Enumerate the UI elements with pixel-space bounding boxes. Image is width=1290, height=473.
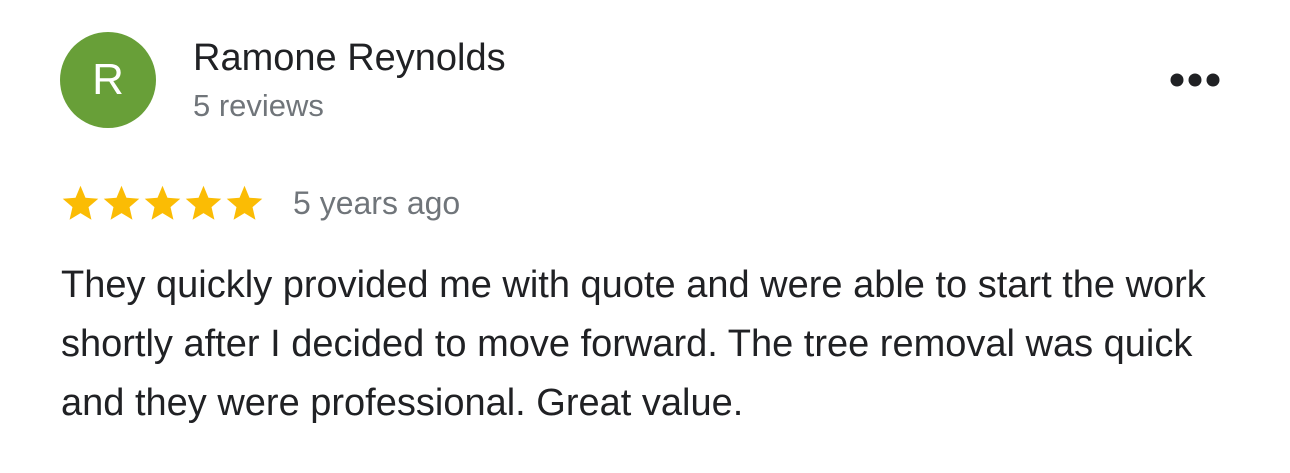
avatar-initial: R xyxy=(92,55,124,104)
more-options-button[interactable] xyxy=(1164,62,1226,98)
review-date: 5 years ago xyxy=(293,185,461,221)
star-icon xyxy=(103,185,140,220)
star-rating xyxy=(60,183,265,224)
star-icon xyxy=(62,185,99,220)
star-icon xyxy=(144,185,181,220)
avatar[interactable]: R xyxy=(60,32,156,128)
author-name[interactable]: Ramone Reynolds xyxy=(193,36,506,80)
more-horiz-icon xyxy=(1170,73,1220,87)
review-card: R Ramone Reynolds 5 reviews 5 years ago … xyxy=(0,0,1290,473)
rating-row: 5 years ago xyxy=(60,180,460,226)
star-icon xyxy=(226,185,263,220)
star-icon xyxy=(185,185,222,220)
review-text: They quickly provided me with quote and … xyxy=(61,264,1206,424)
author-review-count[interactable]: 5 reviews xyxy=(193,87,324,125)
